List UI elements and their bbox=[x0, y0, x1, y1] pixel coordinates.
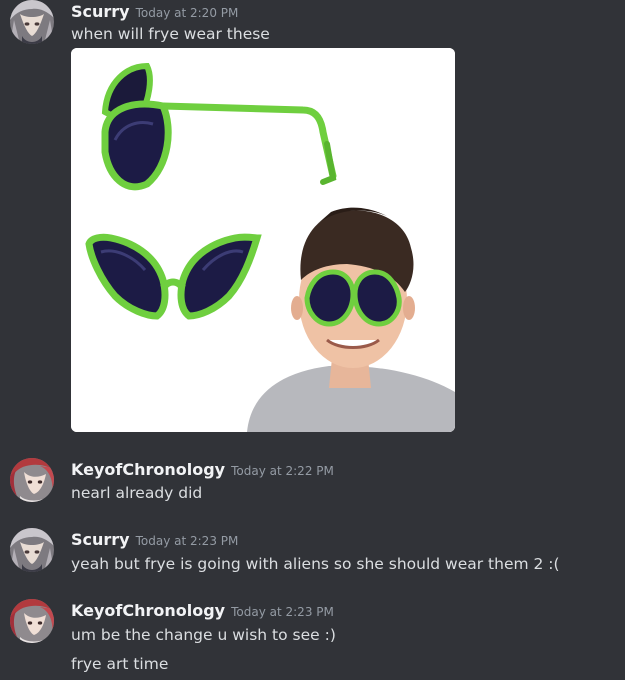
message-header: Scurry Today at 2:20 PM bbox=[71, 2, 238, 23]
avatar-scurry[interactable] bbox=[10, 528, 54, 572]
message-text: frye art time bbox=[71, 655, 169, 673]
avatar-keyofchronology[interactable] bbox=[10, 458, 54, 502]
avatar-red-haired-character-icon bbox=[10, 599, 54, 643]
username[interactable]: Scurry bbox=[71, 2, 130, 21]
username[interactable]: Scurry bbox=[71, 530, 130, 549]
chat-message-list: Scurry Today at 2:20 PM when will frye we… bbox=[0, 0, 625, 680]
avatar-red-haired-character-icon bbox=[10, 458, 54, 502]
username[interactable]: KeyofChronology bbox=[71, 460, 225, 479]
avatar-grey-haired-character-icon bbox=[10, 528, 54, 572]
message-header: Scurry Today at 2:23 PM bbox=[71, 530, 238, 551]
chat-message: Scurry Today at 2:23 PM yeah but frye is … bbox=[0, 528, 625, 588]
alien-sunglasses-image bbox=[71, 48, 455, 432]
avatar-scurry[interactable] bbox=[10, 0, 54, 44]
image-attachment[interactable] bbox=[71, 48, 455, 432]
message-header: KeyofChronology Today at 2:22 PM bbox=[71, 460, 334, 481]
message-text: um be the change u wish to see :) bbox=[71, 626, 336, 644]
timestamp[interactable]: Today at 2:23 PM bbox=[231, 605, 334, 619]
chat-message: KeyofChronology Today at 2:23 PM um be th… bbox=[0, 599, 625, 680]
avatar-grey-haired-character-icon bbox=[10, 0, 54, 44]
message-text: nearl already did bbox=[71, 484, 203, 502]
message-header: KeyofChronology Today at 2:23 PM bbox=[71, 601, 334, 622]
timestamp[interactable]: Today at 2:23 PM bbox=[136, 534, 239, 548]
message-text: yeah but frye is going with aliens so sh… bbox=[71, 555, 560, 573]
avatar-keyofchronology[interactable] bbox=[10, 599, 54, 643]
timestamp[interactable]: Today at 2:22 PM bbox=[231, 464, 334, 478]
message-text: when will frye wear these bbox=[71, 25, 270, 43]
chat-message: KeyofChronology Today at 2:22 PM nearl al… bbox=[0, 458, 625, 518]
chat-message: Scurry Today at 2:20 PM when will frye we… bbox=[0, 0, 625, 440]
timestamp[interactable]: Today at 2:20 PM bbox=[136, 6, 239, 20]
username[interactable]: KeyofChronology bbox=[71, 601, 225, 620]
